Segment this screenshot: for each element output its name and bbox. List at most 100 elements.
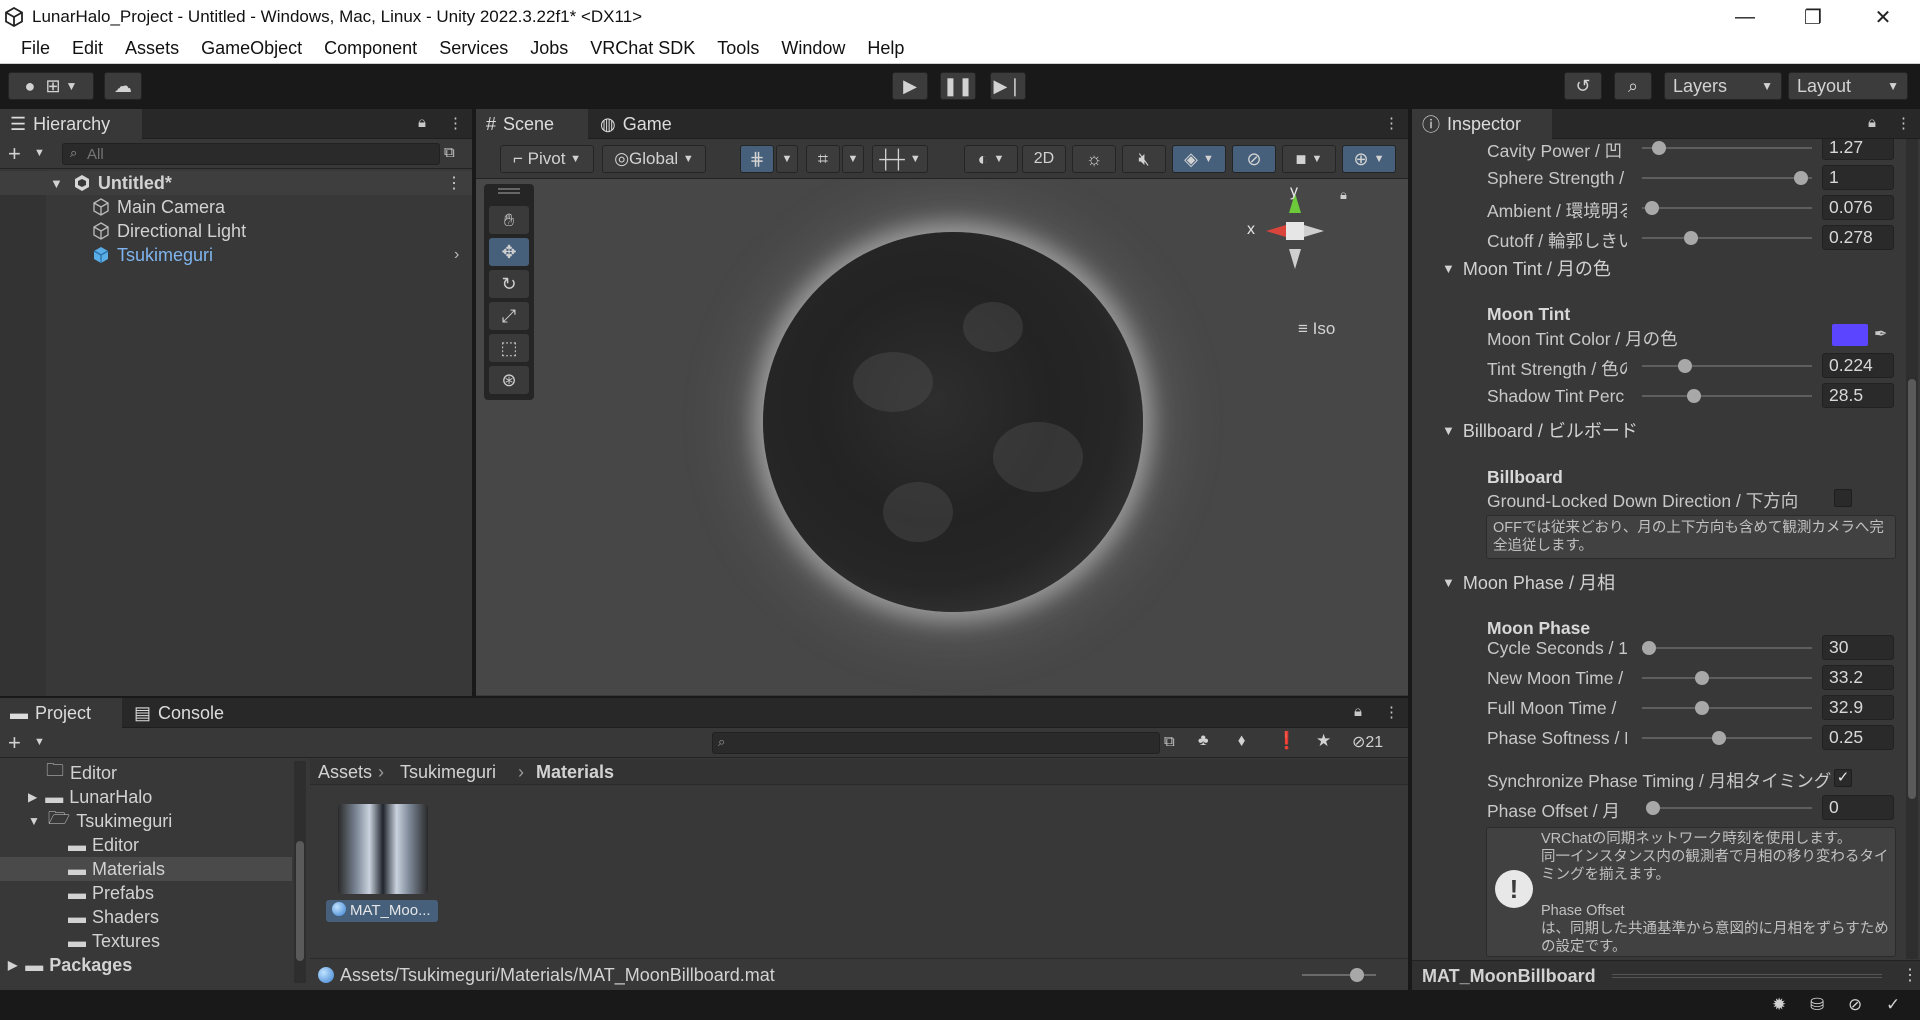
move-tool-button[interactable]: ✥ bbox=[489, 238, 529, 266]
lock-icon[interactable]: 🔒︎ bbox=[418, 114, 426, 131]
chevron-down-icon[interactable]: ▼ bbox=[34, 736, 45, 748]
foldout-moon-tint[interactable]: ▼ Moon Tint / 月の色 bbox=[1442, 255, 1611, 281]
slider-track[interactable] bbox=[1642, 647, 1812, 649]
number-field[interactable]: 33.2 bbox=[1822, 665, 1894, 690]
property-row[interactable]: Sphere Strength / 1 bbox=[1412, 165, 1904, 191]
folder-item-selected[interactable]: ▬ Materials bbox=[0, 857, 292, 881]
folder-item[interactable]: ▬ Textures bbox=[0, 929, 292, 953]
number-field[interactable]: 32.9 bbox=[1822, 695, 1894, 720]
layout-dropdown[interactable]: Layout ▼ bbox=[1788, 72, 1908, 100]
menu-jobs[interactable]: Jobs bbox=[519, 38, 579, 59]
chevron-right-icon[interactable]: › bbox=[454, 246, 459, 264]
scene-visibility-icon[interactable]: ⧉ bbox=[444, 144, 455, 161]
menu-help[interactable]: Help bbox=[856, 38, 915, 59]
slider-knob[interactable] bbox=[1794, 171, 1809, 185]
sync-phase-checkbox[interactable]: ✓ bbox=[1834, 769, 1852, 787]
minimize-button[interactable]: — bbox=[1710, 0, 1780, 34]
slider-track[interactable] bbox=[1642, 395, 1812, 397]
more-vertical-icon[interactable]: ⋮ bbox=[1896, 114, 1911, 132]
slider-track[interactable] bbox=[1642, 177, 1812, 179]
menu-edit[interactable]: Edit bbox=[61, 38, 114, 59]
menu-vrchat-sdk[interactable]: VRChat SDK bbox=[579, 38, 706, 59]
property-row[interactable]: Cutoff / 輪郭しきい 0.278 bbox=[1412, 225, 1904, 251]
number-field[interactable]: 0.076 bbox=[1822, 195, 1894, 220]
menu-services[interactable]: Services bbox=[428, 38, 519, 59]
menu-assets[interactable]: Assets bbox=[114, 38, 190, 59]
property-row[interactable]: Tint Strength / 色の 0.224 bbox=[1412, 353, 1904, 379]
number-field[interactable]: 0 bbox=[1822, 795, 1894, 820]
thumbnail-size-slider[interactable] bbox=[1302, 974, 1376, 976]
orientation-gizmo[interactable]: y x 🔒︎ bbox=[1240, 183, 1370, 307]
ruler-button[interactable]: ┼┼ ▼ bbox=[872, 145, 928, 173]
property-row[interactable]: Cycle Seconds / 1 30 bbox=[1412, 635, 1904, 661]
slider-track[interactable] bbox=[1642, 365, 1812, 367]
eyedropper-icon[interactable]: ✒ bbox=[1874, 324, 1887, 344]
hierarchy-item[interactable]: Main Camera bbox=[0, 195, 472, 219]
slider-knob[interactable] bbox=[1695, 701, 1710, 715]
number-field[interactable]: 0.25 bbox=[1822, 725, 1894, 750]
progress-check-icon[interactable]: ✓ bbox=[1886, 995, 1900, 1015]
number-field[interactable]: 0.224 bbox=[1822, 353, 1894, 378]
inspector-scrollbar[interactable] bbox=[1906, 139, 1918, 959]
number-field[interactable]: 0.278 bbox=[1822, 225, 1894, 250]
property-row[interactable]: Shadow Tint Perc 28.5 bbox=[1412, 383, 1904, 409]
filter-by-type-icon[interactable]: ♣ bbox=[1198, 732, 1209, 750]
slider-knob[interactable] bbox=[1651, 141, 1666, 155]
slider-knob[interactable] bbox=[1677, 359, 1692, 373]
tab-console[interactable]: ▤ Console bbox=[124, 698, 244, 728]
property-row[interactable]: Phase Softness / E 0.25 bbox=[1412, 725, 1904, 751]
slider-track[interactable] bbox=[1642, 147, 1812, 149]
rotate-tool-button[interactable]: ↻ bbox=[489, 270, 529, 298]
lock-icon[interactable]: 🔒︎ bbox=[1868, 114, 1876, 131]
pivot-dropdown[interactable]: ⌐ Pivot ▼ bbox=[500, 145, 594, 173]
scene-visibility-button[interactable]: ⊘ bbox=[1232, 145, 1276, 173]
snap-increment-dropdown[interactable]: ▼ bbox=[842, 145, 864, 173]
gizmos-button[interactable]: ⊕ ▼ bbox=[1342, 145, 1396, 173]
global-dropdown[interactable]: ◎ Global ▼ bbox=[602, 145, 706, 173]
pause-button[interactable]: ❚❚ bbox=[940, 72, 976, 100]
more-vertical-icon[interactable]: ⋮ bbox=[1384, 703, 1399, 721]
slider-track[interactable] bbox=[1642, 707, 1812, 709]
property-row[interactable]: Ground-Locked Down Direction / 下方向 bbox=[1412, 485, 1904, 511]
property-row[interactable]: New Moon Time / 33.2 bbox=[1412, 665, 1904, 691]
close-button[interactable]: ✕ bbox=[1848, 0, 1918, 34]
breadcrumb-item[interactable]: Materials bbox=[536, 762, 614, 783]
slider-track[interactable] bbox=[1642, 237, 1812, 239]
more-vertical-icon[interactable]: ⋮ bbox=[1902, 965, 1918, 985]
hidden-packages-toggle[interactable]: ⊘21 bbox=[1352, 732, 1383, 752]
auto-refresh-off-icon[interactable]: ⊘ bbox=[1848, 995, 1862, 1015]
tab-hierarchy[interactable]: ☰ Hierarchy bbox=[0, 109, 142, 139]
menu-file[interactable]: File bbox=[10, 38, 61, 59]
effects-button[interactable]: ◈ ▼ bbox=[1172, 145, 1226, 173]
maximize-button[interactable]: ❐ bbox=[1778, 0, 1848, 34]
tab-inspector[interactable]: ⓘ Inspector bbox=[1412, 109, 1552, 139]
hierarchy-item[interactable]: Directional Light bbox=[0, 219, 472, 243]
scene-row[interactable]: ▼ Untitled* ⋮ bbox=[0, 171, 472, 195]
tab-scene[interactable]: # Scene bbox=[476, 109, 588, 139]
number-field[interactable]: 28.5 bbox=[1822, 383, 1894, 408]
scale-tool-button[interactable]: ⤢ bbox=[489, 302, 529, 330]
property-row[interactable]: Full Moon Time / 32.9 bbox=[1412, 695, 1904, 721]
hierarchy-item-prefab[interactable]: Tsukimeguri › bbox=[0, 243, 472, 267]
account-button[interactable]: ● ⊞ ▼ bbox=[8, 72, 94, 100]
snap-increment-button[interactable]: ⌗ bbox=[806, 145, 840, 173]
hand-tool-button[interactable]: ✋︎ bbox=[489, 206, 529, 234]
cloud-button[interactable]: ☁ bbox=[104, 72, 142, 100]
lock-icon[interactable]: 🔒︎ bbox=[1354, 703, 1362, 720]
hierarchy-search-input[interactable] bbox=[62, 143, 440, 165]
tab-game[interactable]: ◍ Game bbox=[590, 109, 690, 139]
project-search-input[interactable] bbox=[712, 732, 1160, 754]
slider-knob[interactable] bbox=[1711, 731, 1726, 745]
slider-knob[interactable] bbox=[1687, 389, 1702, 403]
folder-item[interactable]: 🗀 Editor bbox=[0, 760, 292, 785]
undo-history-button[interactable]: ↺ bbox=[1564, 72, 1602, 100]
asset-tile[interactable]: MAT_Moo... bbox=[326, 804, 438, 924]
step-button[interactable]: ▶❘ bbox=[990, 72, 1026, 100]
slider-track[interactable] bbox=[1642, 677, 1812, 679]
property-row[interactable]: Synchronize Phase Timing / 月相タイミング ✓ bbox=[1412, 765, 1904, 791]
grid-snap-dropdown[interactable]: ▼ bbox=[776, 145, 798, 173]
debug-bug-icon[interactable]: ✹ bbox=[1772, 995, 1786, 1015]
drag-handle-icon[interactable] bbox=[498, 188, 520, 194]
menu-tools[interactable]: Tools bbox=[706, 38, 770, 59]
folder-item[interactable]: ▼ 🗁 Tsukimeguri bbox=[0, 808, 292, 833]
